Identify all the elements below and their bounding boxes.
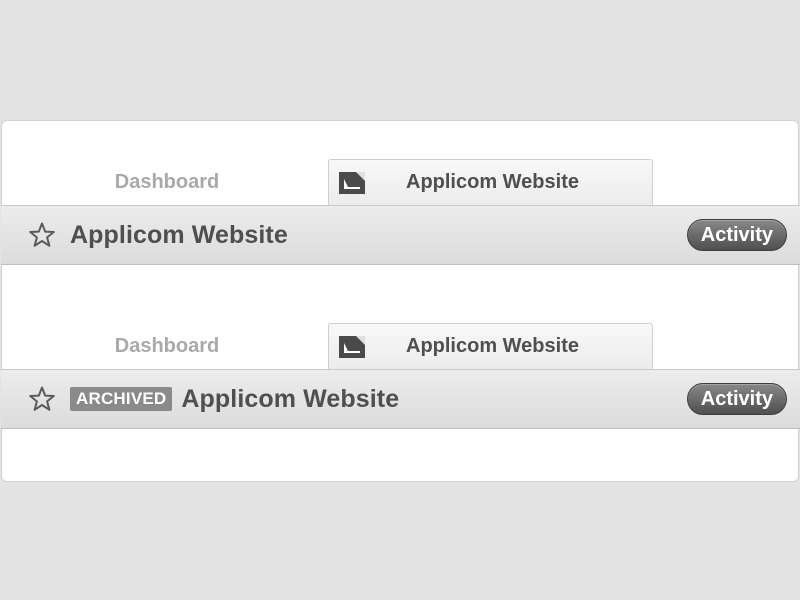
document-icon	[339, 335, 365, 358]
tab-dashboard-label: Dashboard	[114, 334, 220, 357]
star-outline-icon[interactable]	[28, 385, 56, 413]
activity-button[interactable]: Activity	[686, 383, 787, 415]
tab-dashboard[interactable]: Dashboard	[50, 323, 284, 369]
archived-badge: ARCHIVED	[70, 387, 173, 411]
document-icon	[339, 171, 365, 194]
project-header: Dashboard Applicom Website Applicom Webs…	[1, 159, 800, 266]
tab-project[interactable]: Applicom Website	[328, 323, 653, 369]
project-title-bar: Applicom Website Activity	[1, 205, 800, 265]
tab-dashboard-label: Dashboard	[114, 170, 220, 193]
activity-button[interactable]: Activity	[686, 219, 787, 251]
tab-project-label: Applicom Website	[406, 335, 579, 357]
tab-dashboard[interactable]: Dashboard	[50, 159, 284, 205]
project-header-card: Dashboard Applicom Website Applicom Webs…	[1, 120, 800, 482]
project-title-bar: ARCHIVED Applicom Website Activity	[1, 369, 800, 429]
project-title: Applicom Website	[70, 220, 288, 249]
tab-project-label: Applicom Website	[406, 171, 579, 193]
project-title: Applicom Website	[181, 384, 400, 413]
project-header-archived: Dashboard Applicom Website ARCHIVED Appl…	[1, 323, 800, 430]
star-outline-icon[interactable]	[28, 221, 56, 249]
tab-project[interactable]: Applicom Website	[328, 159, 653, 205]
